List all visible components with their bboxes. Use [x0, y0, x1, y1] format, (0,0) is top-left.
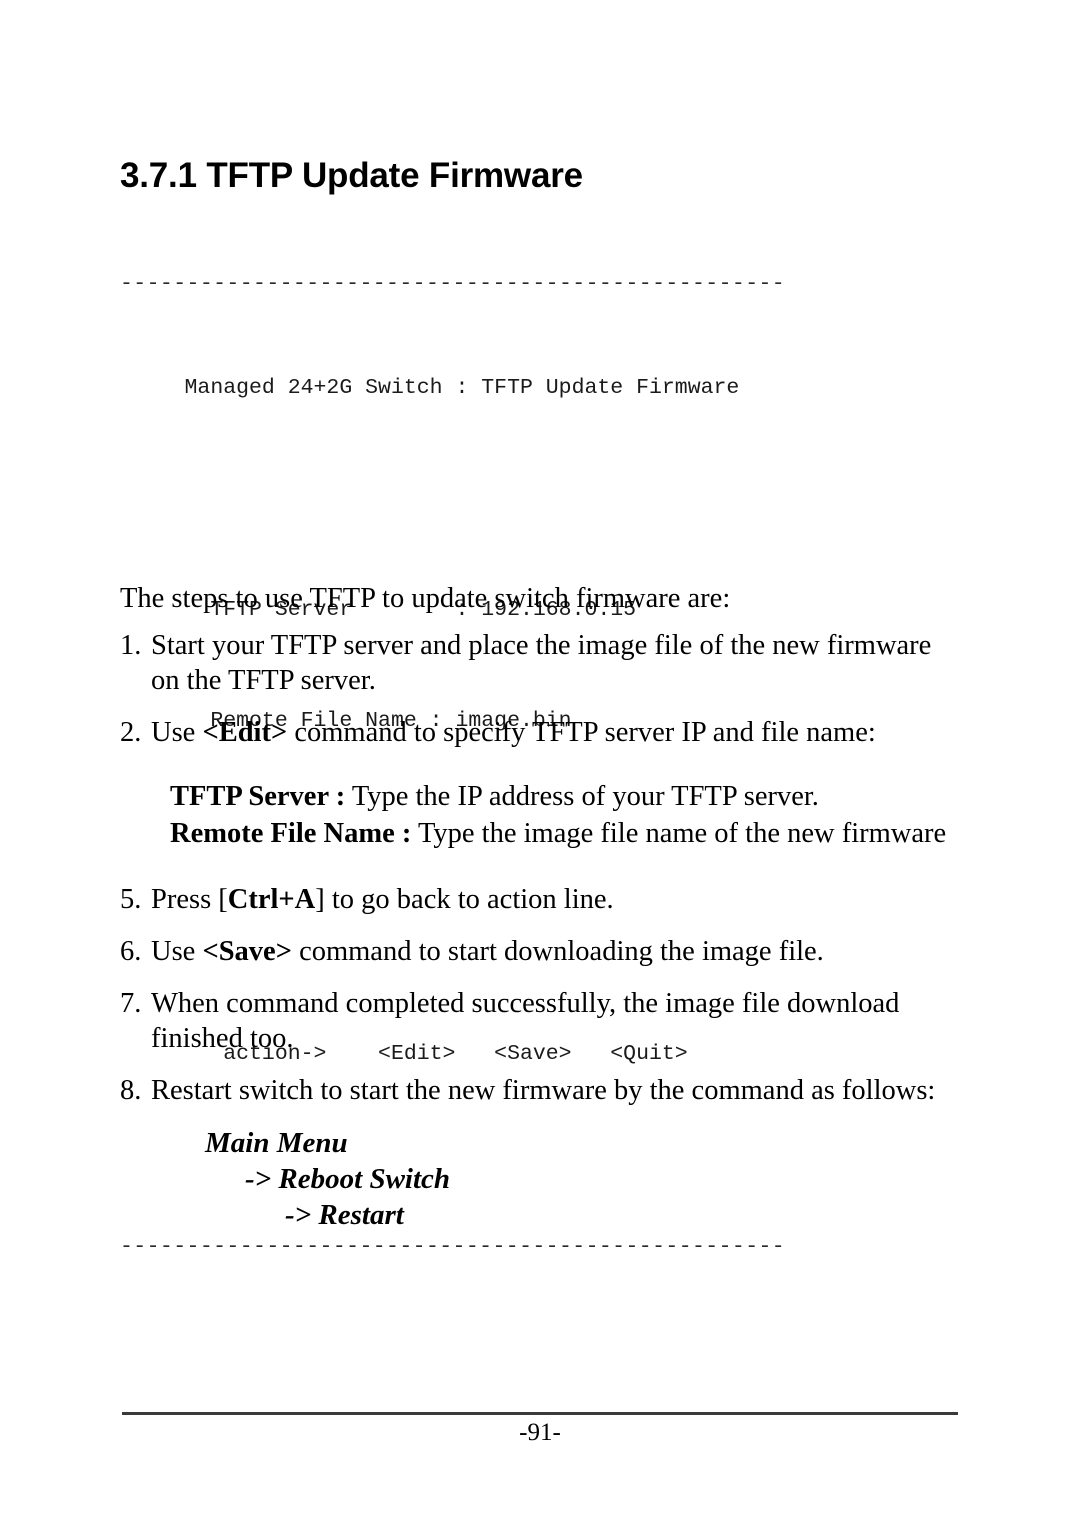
step-emphasis: Ctrl+A — [227, 884, 316, 915]
step-text: Use <Edit> command to specify TFTP serve… — [151, 717, 876, 748]
field-definition-description: Type the image file name of the new firm… — [411, 818, 947, 849]
step-item: 1. Start your TFTP server and place the i… — [120, 628, 952, 698]
field-definition-description: Type the IP address of your TFTP server. — [345, 781, 819, 812]
step-text: Start your TFTP server and place the ima… — [151, 630, 931, 696]
step-item: 5. Press [Ctrl+A] to go back to action li… — [120, 882, 952, 917]
page-title: 3.7.1 TFTP Update Firmware — [120, 156, 583, 196]
field-definition: TFTP Server : Type the IP address of you… — [170, 778, 952, 815]
step-number: 1. — [120, 630, 142, 661]
step-text-run: command to start downloading the image f… — [291, 936, 824, 967]
step-emphasis: <Save> — [202, 936, 292, 967]
step-text-run: Use — [151, 936, 203, 967]
step-item: 8. Restart switch to start the new firmwa… — [120, 1073, 952, 1108]
step-text: Use <Save> command to start downloading … — [151, 936, 824, 967]
console-bottom-divider: ----------------------------------------… — [120, 1235, 786, 1259]
intro-paragraph: The steps to use TFTP to update switch f… — [120, 582, 731, 614]
step-text-run: Restart switch to start the new firmware… — [151, 1075, 936, 1106]
field-definition-term: TFTP Server : — [170, 781, 346, 812]
menu-navigation-path: Main Menu -> Reboot Switch -> Restart — [120, 1125, 952, 1233]
console-top-divider: ----------------------------------------… — [120, 272, 786, 296]
field-definition: Remote File Name : Type the image file n… — [170, 815, 952, 852]
step-number: 7. — [120, 988, 142, 1019]
step-text-run: ] to go back to action line. — [315, 884, 614, 915]
step-item: 6. Use <Save> command to start downloadin… — [120, 934, 952, 969]
console-title-line: Managed 24+2G Switch : TFTP Update Firmw… — [120, 376, 740, 400]
step-emphasis: <Edit> — [202, 717, 288, 748]
field-definition-term: Remote File Name : — [170, 818, 412, 849]
step-item: 2. Use <Edit> command to specify TFTP ser… — [120, 715, 952, 750]
menu-path-level-2: -> Reboot Switch — [245, 1163, 451, 1195]
step-number: 8. — [120, 1075, 142, 1106]
field-definitions: TFTP Server : Type the IP address of you… — [170, 778, 952, 852]
step-number: 2. — [120, 717, 142, 748]
step-text: Press [Ctrl+A] to go back to action line… — [151, 884, 614, 915]
footer-divider — [122, 1412, 958, 1415]
step-text: Restart switch to start the new firmware… — [151, 1075, 935, 1106]
step-text-run: Use — [151, 717, 203, 748]
step-text-run: When command completed successfully, the… — [151, 988, 900, 1054]
document-page: 3.7.1 TFTP Update Firmware -------------… — [0, 0, 1080, 1537]
step-number: 5. — [120, 884, 142, 915]
step-text-run: command to specify TFTP server IP and fi… — [287, 717, 876, 748]
step-item: 7. When command completed successfully, t… — [120, 986, 952, 1056]
step-text: When command completed successfully, the… — [151, 988, 899, 1054]
menu-path-level-3: -> Restart — [285, 1199, 404, 1231]
step-text-run: Start your TFTP server and place the ima… — [151, 630, 932, 696]
steps-list: 1. Start your TFTP server and place the i… — [120, 628, 952, 1233]
step-text-run: Press [ — [151, 884, 228, 915]
menu-path-level-1: Main Menu — [205, 1127, 348, 1159]
page-number: -91- — [519, 1419, 561, 1446]
step-number: 6. — [120, 936, 142, 967]
